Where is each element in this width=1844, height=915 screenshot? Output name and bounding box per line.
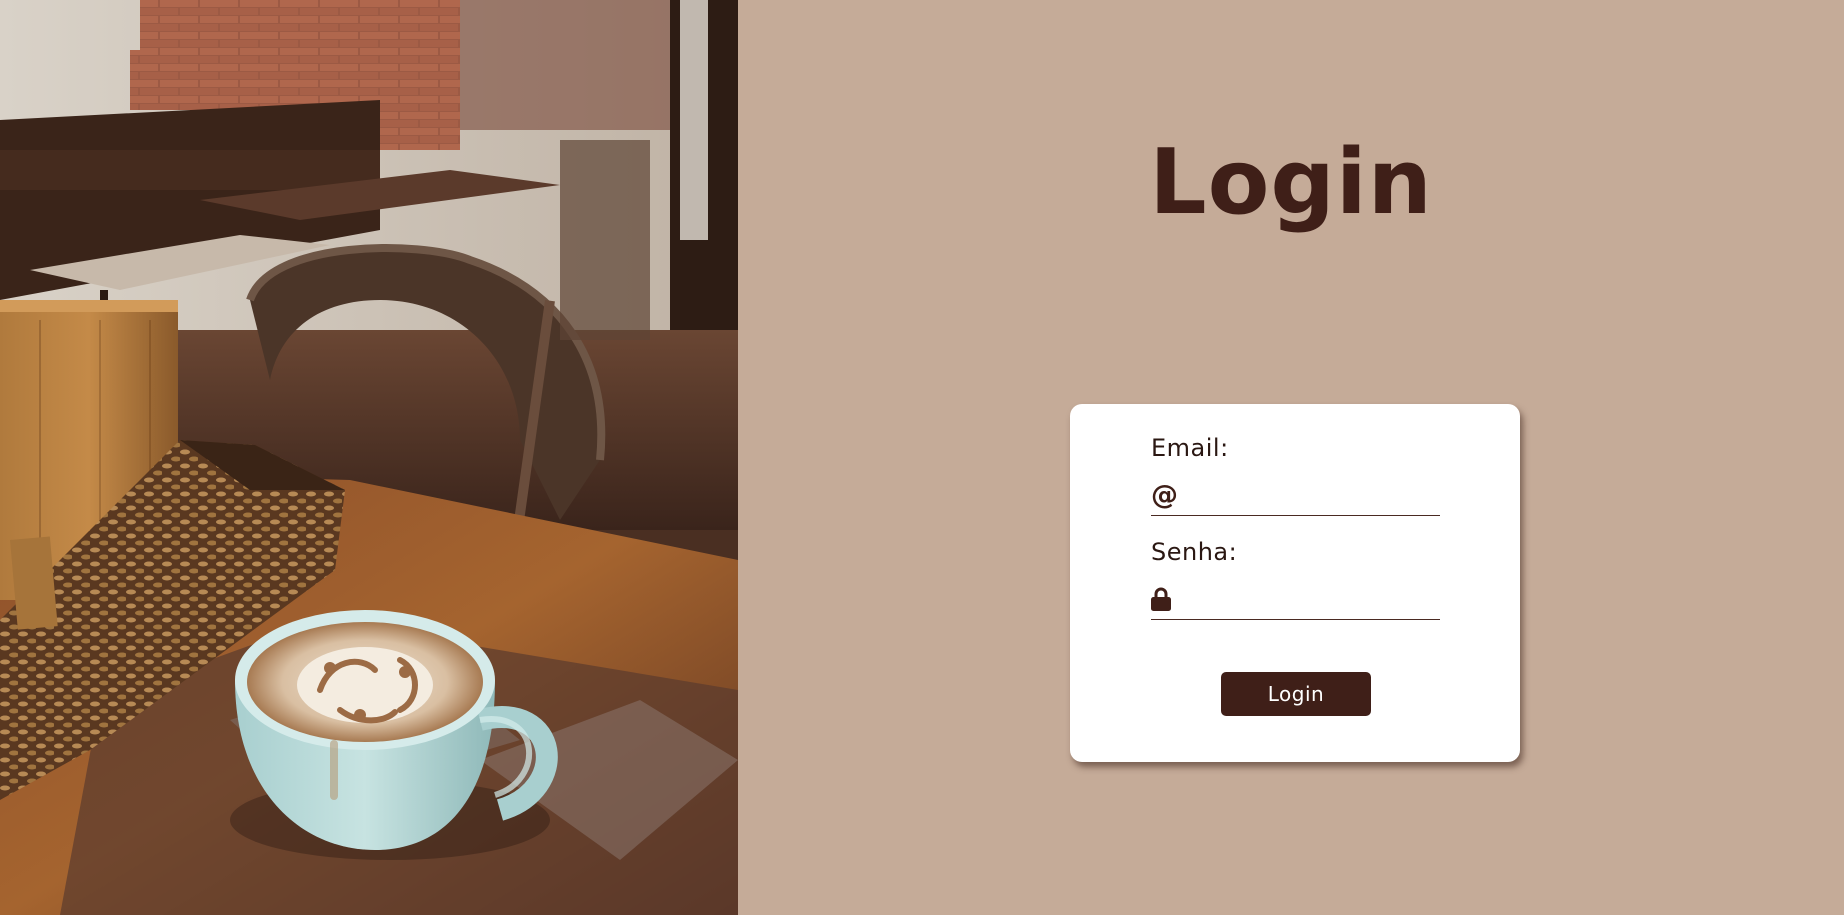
page-title: Login <box>1149 130 1433 235</box>
password-field[interactable] <box>1185 584 1435 616</box>
password-label: Senha: <box>1151 538 1238 566</box>
email-field-row: @ <box>1151 476 1440 516</box>
at-sign-icon: @ <box>1151 479 1178 511</box>
cafe-photo <box>0 0 738 915</box>
login-form: Email: @ Senha: Login <box>1070 404 1520 762</box>
login-button[interactable]: Login <box>1221 672 1371 716</box>
password-field-row <box>1151 580 1440 620</box>
email-field[interactable] <box>1185 480 1435 512</box>
email-label: Email: <box>1151 434 1229 462</box>
login-panel: Login Email: @ Senha: Login <box>738 0 1844 915</box>
lock-icon <box>1151 584 1177 614</box>
